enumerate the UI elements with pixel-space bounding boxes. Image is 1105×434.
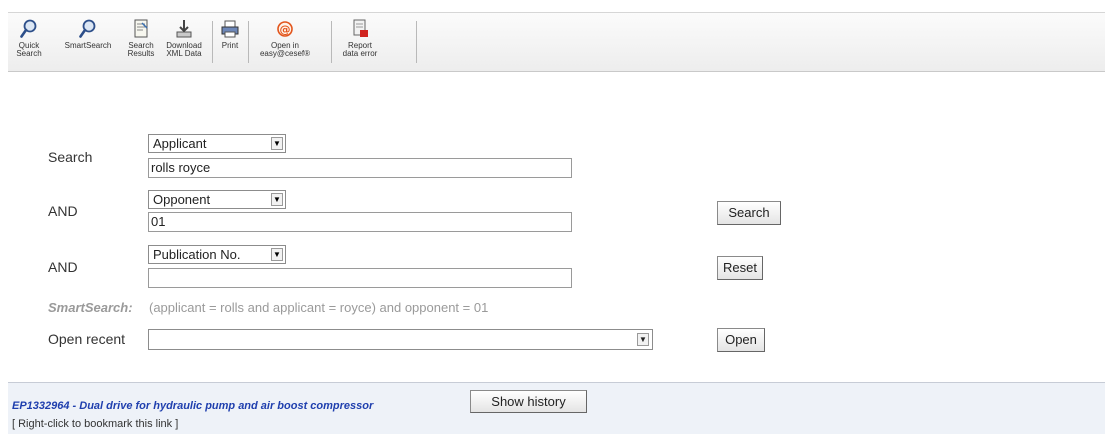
download-xml-button[interactable]: Download XML Data	[164, 18, 204, 66]
quick-search-label: Quick Search	[16, 41, 42, 58]
magnifier-icon	[19, 18, 39, 40]
result-link[interactable]: EP1332964 - Dual drive for hydraulic pum…	[12, 400, 373, 412]
chevron-down-icon: ▼	[271, 193, 283, 206]
search-results-button[interactable]: Search Results	[125, 18, 157, 66]
search-button[interactable]: Search	[717, 201, 781, 225]
toolbar: Quick Search SmartSearch Search Results	[8, 12, 1105, 72]
smartsearch-query: (applicant = rolls and applicant = royce…	[149, 300, 489, 315]
search-input-1[interactable]: rolls royce	[148, 158, 572, 178]
open-button[interactable]: Open	[717, 328, 765, 352]
field-select-1[interactable]: Applicant ▼	[148, 134, 286, 153]
toolbar-separator	[248, 21, 249, 63]
smartsearch-label: SmartSearch:	[48, 300, 133, 315]
top-strip	[0, 0, 1105, 12]
chevron-down-icon: ▼	[271, 137, 283, 150]
field-select-2[interactable]: Opponent ▼	[148, 190, 286, 209]
field-select-3[interactable]: Publication No. ▼	[148, 245, 286, 264]
quick-search-button[interactable]: Quick Search	[14, 18, 44, 66]
search-input-3[interactable]	[148, 268, 572, 288]
report-error-label: Report data error	[342, 41, 378, 58]
chevron-down-icon: ▼	[271, 248, 283, 261]
bookmark-hint: [ Right-click to bookmark this link ]	[12, 418, 179, 430]
open-recent-label: Open recent	[48, 331, 126, 347]
reset-button[interactable]: Reset	[717, 256, 763, 280]
smart-search-label: SmartSearch	[64, 41, 112, 50]
magnifier-icon	[78, 18, 98, 40]
show-history-button[interactable]: Show history	[470, 390, 587, 413]
chevron-down-icon: ▼	[637, 333, 649, 346]
smart-search-button[interactable]: SmartSearch	[58, 18, 118, 66]
toolbar-separator	[331, 21, 332, 63]
at-sign-icon: @	[275, 18, 295, 40]
toolbar-separator	[416, 21, 417, 63]
print-label: Print	[221, 41, 239, 50]
open-easycesef-label: Open in easy@cesef®	[259, 41, 311, 58]
and-row-label-2: AND	[48, 259, 78, 275]
report-icon	[350, 18, 370, 40]
svg-text:@: @	[280, 23, 291, 36]
and-row-label-1: AND	[48, 203, 78, 219]
field-select-3-value: Publication No.	[153, 247, 241, 262]
field-select-1-value: Applicant	[153, 136, 207, 151]
printer-icon	[220, 18, 240, 40]
toolbar-separator	[212, 21, 213, 63]
open-easycesef-button[interactable]: @ Open in easy@cesef®	[259, 18, 311, 66]
open-recent-select[interactable]: ▼	[148, 329, 653, 350]
document-icon	[131, 18, 151, 40]
report-error-button[interactable]: Report data error	[339, 18, 381, 66]
search-results-label: Search Results	[127, 41, 155, 58]
search-input-2[interactable]: 01	[148, 212, 572, 232]
download-xml-label: Download XML Data	[166, 41, 202, 58]
download-icon	[174, 18, 194, 40]
search-row-label: Search	[48, 149, 93, 165]
print-button[interactable]: Print	[219, 18, 241, 66]
field-select-2-value: Opponent	[153, 192, 211, 207]
